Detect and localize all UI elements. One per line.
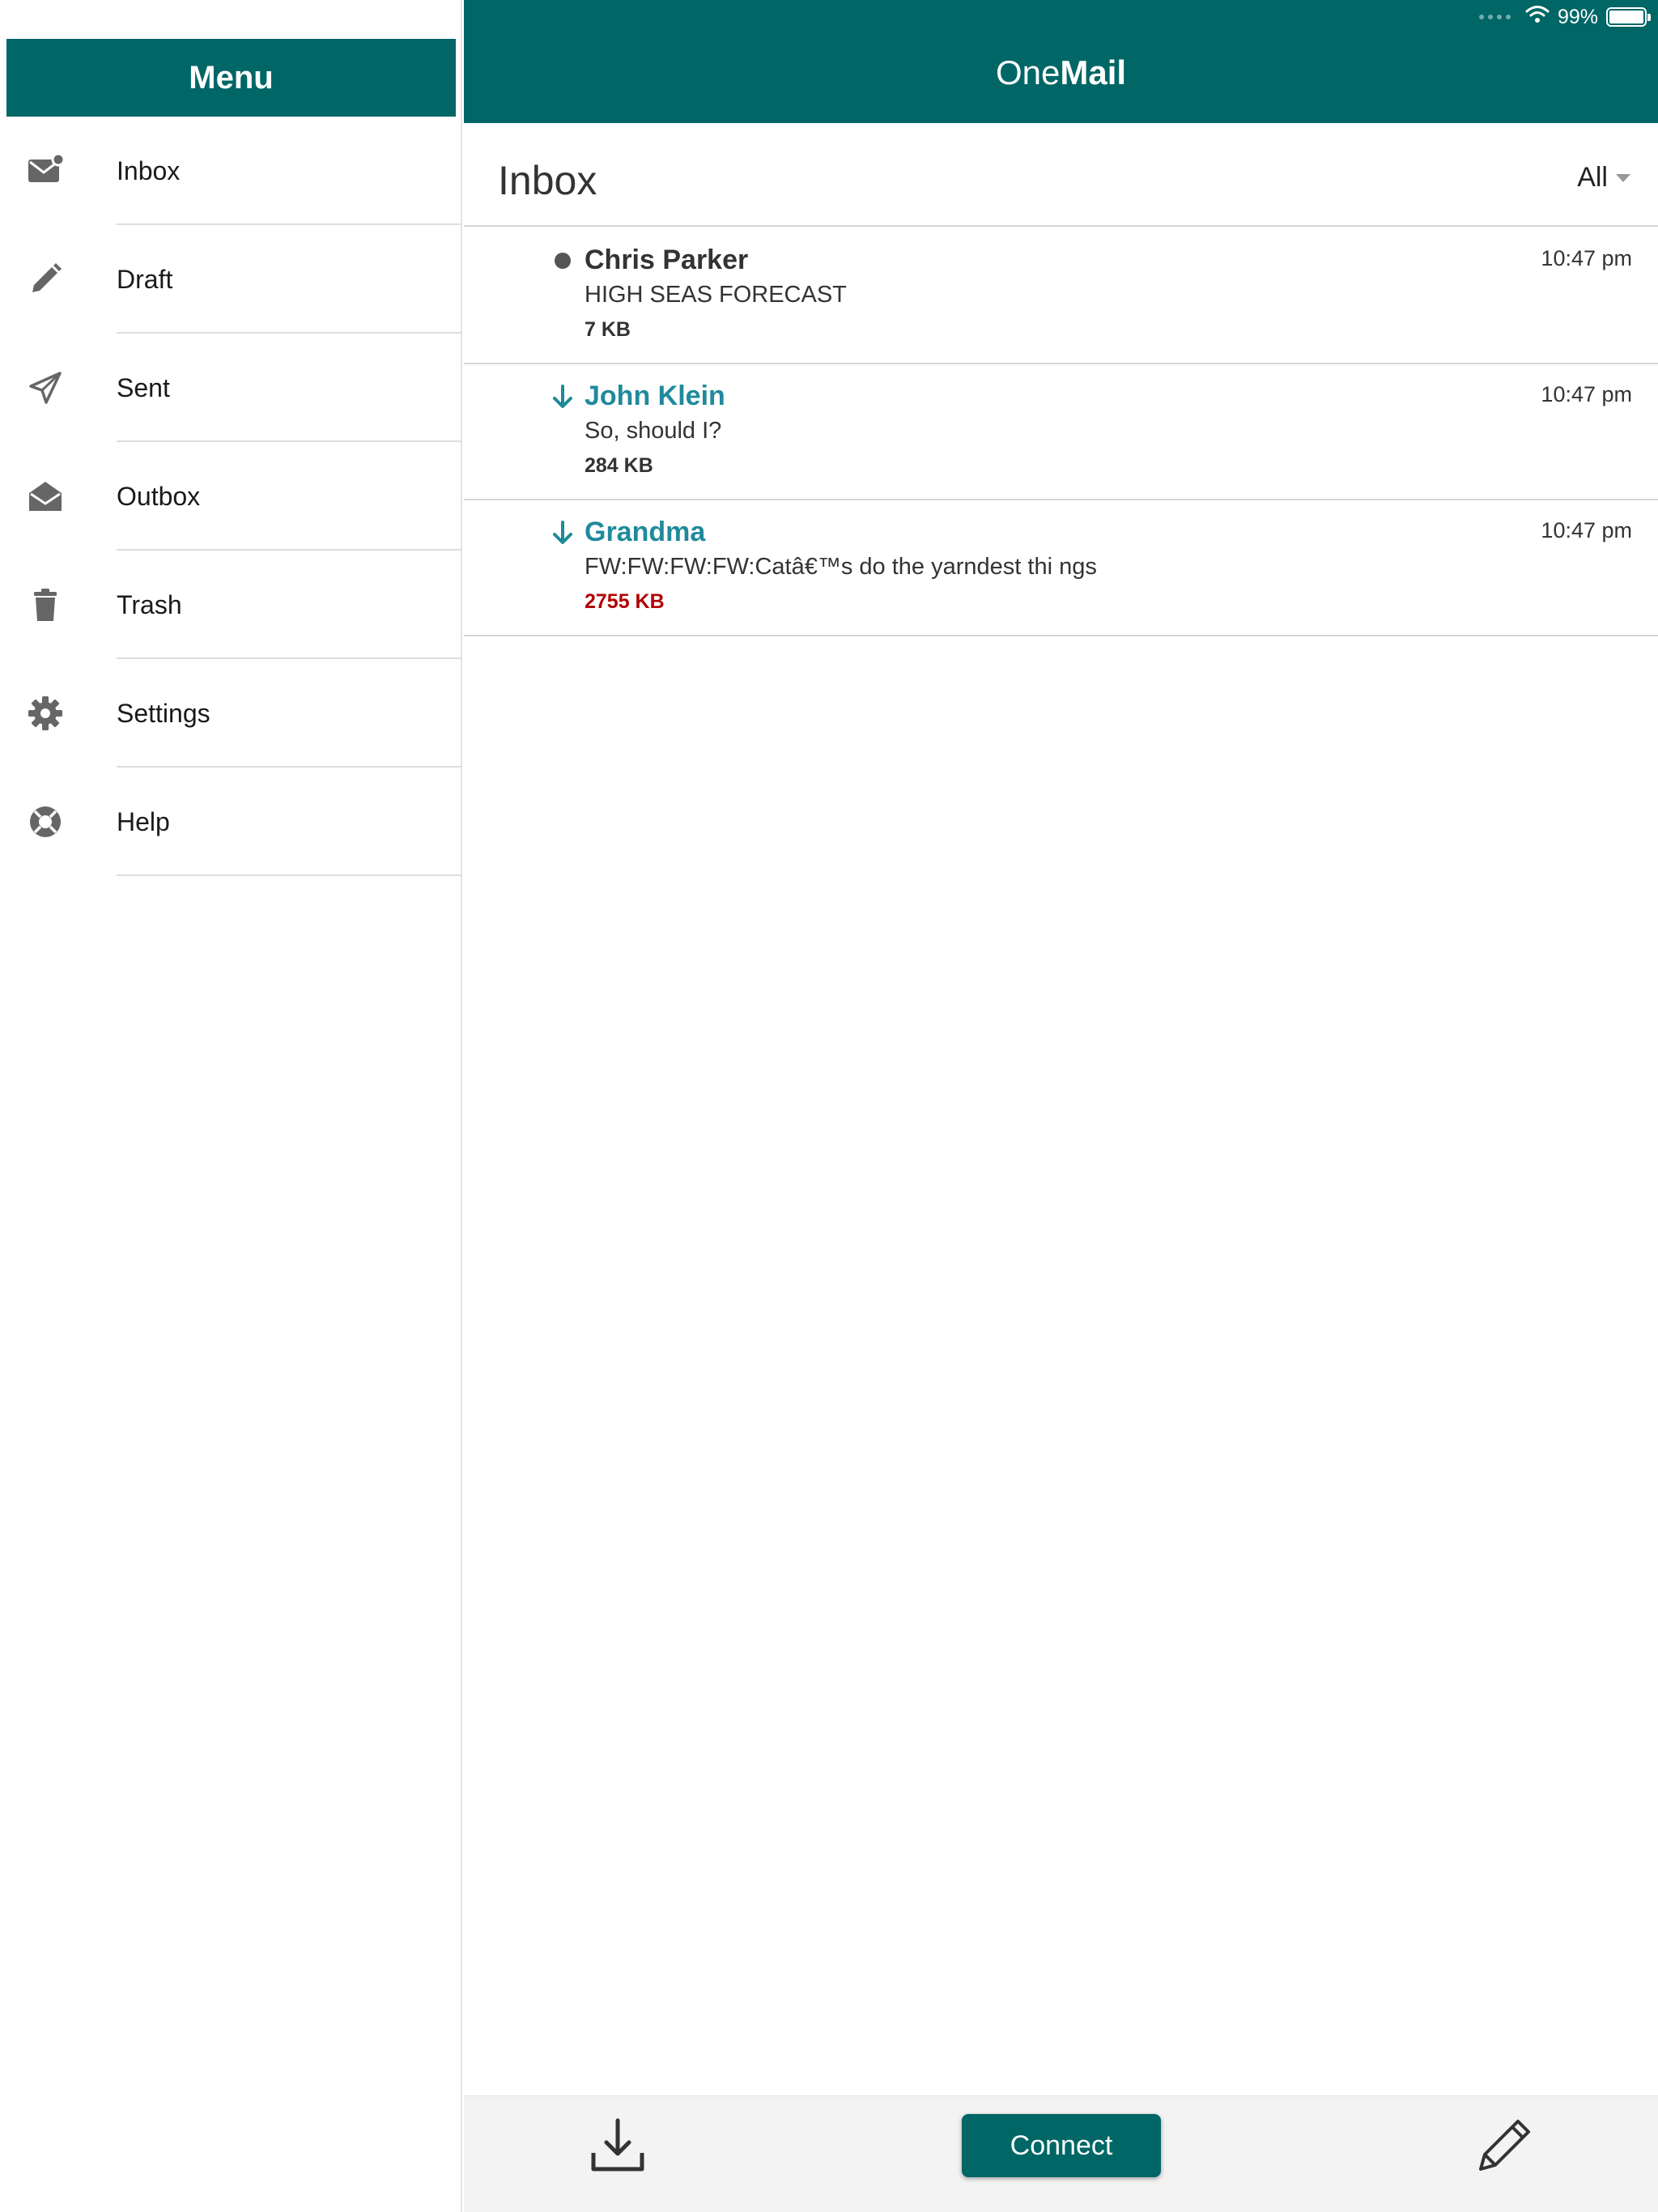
compose-icon[interactable] <box>1474 2114 1536 2176</box>
lifebuoy-icon <box>26 802 65 841</box>
connect-button[interactable]: Connect <box>962 2114 1161 2177</box>
mail-sender: John Klein <box>585 381 725 411</box>
filter-value: All <box>1577 162 1608 193</box>
gear-icon <box>26 694 65 733</box>
down-arrow-icon <box>548 518 577 547</box>
unread-dot-icon <box>548 246 577 275</box>
sidebar-item-label: Sent <box>117 373 170 402</box>
sidebar-item-label: Inbox <box>117 156 181 185</box>
mail-sender: Chris Parker <box>585 245 749 275</box>
page-title: Inbox <box>498 158 597 203</box>
divider <box>117 874 462 876</box>
sidebar-item-draft[interactable]: Draft <box>0 225 462 334</box>
wifi-icon <box>1525 5 1550 30</box>
app-header: 99% OneMail <box>464 0 1658 123</box>
filter-dropdown[interactable]: All <box>1577 162 1630 194</box>
mail-icon <box>26 151 65 190</box>
menu-list: Inbox Draft Sent Outbox Trash Settings H… <box>0 117 462 876</box>
mail-subject: FW:FW:FW:FW:Catâ€™s do the yarndest thi … <box>585 554 1097 580</box>
chevron-down-icon <box>1616 173 1630 182</box>
mail-time: 10:47 pm <box>1541 246 1632 270</box>
sidebar-item-label: Trash <box>117 590 182 619</box>
down-arrow-icon <box>548 382 577 411</box>
sidebar-item-inbox[interactable]: Inbox <box>0 117 462 225</box>
mail-list: Chris Parker HIGH SEAS FORECAST 7 KB 10:… <box>464 228 1658 636</box>
trash-icon <box>26 585 65 624</box>
battery-icon <box>1606 7 1651 27</box>
inbox-header: Inbox All <box>464 123 1658 227</box>
mail-row[interactable]: Grandma FW:FW:FW:FW:Catâ€™s do the yarnd… <box>464 500 1658 636</box>
sidebar-item-label: Outbox <box>117 482 201 511</box>
mail-time: 10:47 pm <box>1541 382 1632 406</box>
app-title: OneMail <box>464 53 1658 92</box>
sidebar-item-trash[interactable]: Trash <box>0 551 462 659</box>
bottom-toolbar: Connect <box>464 2095 1658 2212</box>
app-title-light: One <box>995 53 1061 91</box>
sidebar-item-outbox[interactable]: Outbox <box>0 442 462 551</box>
mail-row[interactable]: John Klein So, should I? 284 KB 10:47 pm <box>464 364 1658 500</box>
mail-subject: So, should I? <box>585 418 722 444</box>
sidebar-item-help[interactable]: Help <box>0 768 462 876</box>
mail-size: 284 KB <box>585 454 653 477</box>
sidebar-item-settings[interactable]: Settings <box>0 659 462 768</box>
mail-size: 7 KB <box>585 318 631 341</box>
app-title-bold: Mail <box>1060 53 1127 91</box>
signal-dots-icon <box>1478 15 1511 19</box>
download-icon[interactable] <box>587 2116 648 2177</box>
sidebar-menu: Menu Inbox Draft Sent Outbox Trash Setti… <box>0 0 462 2212</box>
sidebar-item-label: Help <box>117 807 170 836</box>
mail-sender: Grandma <box>585 517 706 547</box>
mail-size: 2755 KB <box>585 590 665 613</box>
battery-percent: 99% <box>1557 5 1598 28</box>
mail-time: 10:47 pm <box>1541 518 1632 542</box>
open-envelope-icon <box>26 477 65 516</box>
sidebar-item-sent[interactable]: Sent <box>0 334 462 442</box>
mail-row[interactable]: Chris Parker HIGH SEAS FORECAST 7 KB 10:… <box>464 228 1658 364</box>
menu-header: Menu <box>6 39 456 117</box>
sidebar-item-label: Settings <box>117 699 210 728</box>
pencil-icon <box>26 260 65 299</box>
paper-plane-icon <box>26 368 65 407</box>
status-bar: 99% <box>1478 3 1651 31</box>
main-panel: 99% OneMail Inbox All Chris Parker HIGH … <box>464 0 1658 2212</box>
mail-subject: HIGH SEAS FORECAST <box>585 282 847 308</box>
sidebar-item-label: Draft <box>117 265 173 294</box>
battery-fill <box>1609 11 1643 23</box>
